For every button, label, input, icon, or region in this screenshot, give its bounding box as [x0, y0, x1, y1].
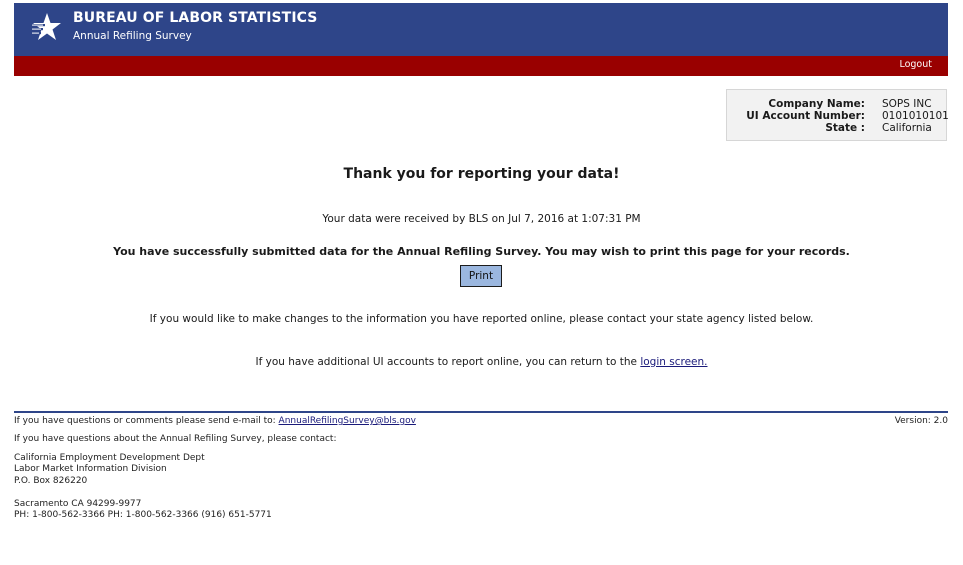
page: BUREAU OF LABOR STATISTICS Annual Refili… — [0, 0, 963, 565]
received-timestamp: Your data were received by BLS on Jul 7,… — [322, 213, 641, 225]
address-line-3: P.O. Box 826220 — [14, 476, 88, 486]
success-message: You have successfully submitted data for… — [113, 245, 850, 258]
version-label: Version: 2.0 — [894, 416, 948, 426]
state-label: State : — [825, 122, 865, 134]
additional-accounts-text: If you have additional UI accounts to re… — [0, 356, 963, 368]
ui-account-value: 0101010101 — [882, 110, 949, 122]
footer-divider — [14, 411, 948, 413]
ui-account-label: UI Account Number: — [746, 110, 865, 122]
nav-bar: Logout — [14, 56, 948, 76]
company-name-value: SOPS INC — [882, 98, 932, 110]
state-value: California — [882, 122, 932, 134]
additional-accounts-prefix: If you have additional UI accounts to re… — [255, 356, 641, 368]
login-screen-link[interactable]: login screen. — [640, 356, 707, 368]
address-line-1: California Employment Development Dept — [14, 453, 205, 463]
agency-name: BUREAU OF LABOR STATISTICS — [73, 10, 318, 26]
account-info-box: Company Name: SOPS INC UI Account Number… — [726, 89, 949, 141]
print-button[interactable]: Print — [460, 265, 502, 287]
survey-name: Annual Refiling Survey — [73, 30, 192, 42]
header-banner: BUREAU OF LABOR STATISTICS Annual Refili… — [14, 3, 948, 56]
footer-email-line: If you have questions or comments please… — [14, 416, 416, 426]
footer-contact-intro: If you have questions about the Annual R… — [14, 434, 337, 444]
logout-link[interactable]: Logout — [899, 59, 932, 70]
state-row: State : California — [727, 122, 948, 134]
company-row: Company Name: SOPS INC — [727, 98, 948, 110]
address-line-2: Labor Market Information Division — [14, 464, 167, 474]
phone-numbers: PH: 1-800-562-3366 PH: 1-800-562-3366 (9… — [14, 510, 272, 520]
ui-account-row: UI Account Number: 0101010101 — [727, 110, 949, 122]
survey-email-link[interactable]: AnnualRefilingSurvey@bls.gov — [279, 416, 416, 426]
footer-email-prefix: If you have questions or comments please… — [14, 416, 279, 426]
thank-you-heading: Thank you for reporting your data! — [343, 166, 620, 182]
address-city: Sacramento CA 94299-9977 — [14, 499, 142, 509]
bls-star-logo-icon — [31, 13, 61, 40]
company-name-label: Company Name: — [768, 98, 865, 110]
changes-instructions: If you would like to make changes to the… — [149, 313, 814, 325]
